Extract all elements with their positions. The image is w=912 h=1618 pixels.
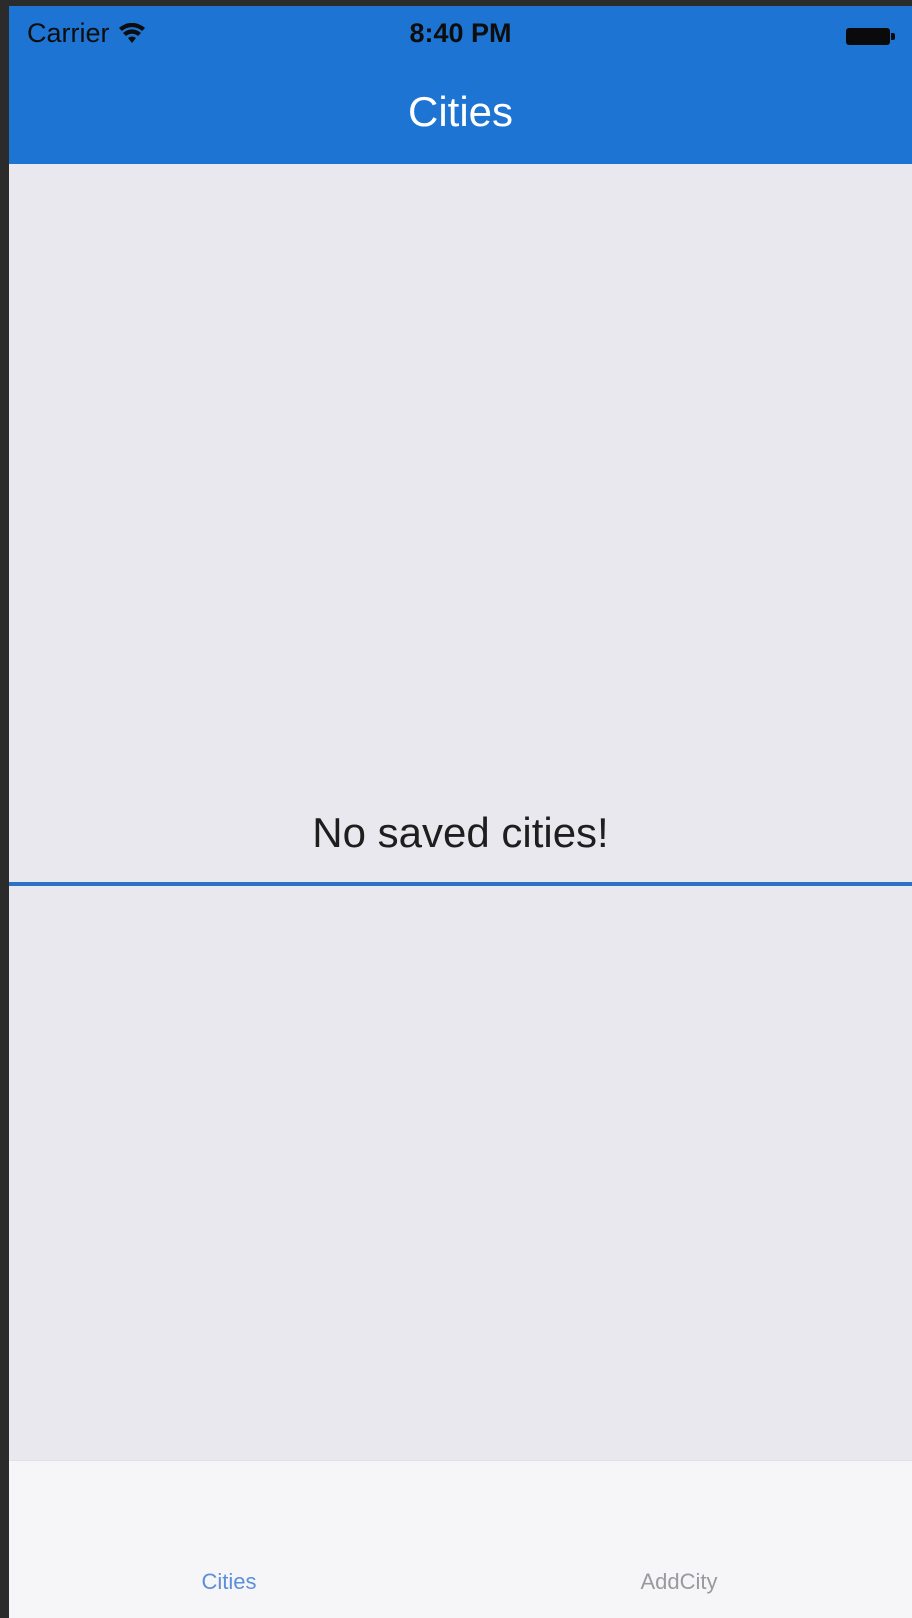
cities-list-view[interactable]: No saved cities! — [9, 164, 912, 1460]
page-title: Cities — [407, 88, 514, 135]
status-time: 8:40 PM — [409, 18, 512, 48]
status-bar: Carrier 8:40 PM — [9, 6, 912, 68]
list-separator — [9, 882, 912, 886]
navigation-bar: Carrier 8:40 PM Cities — [9, 6, 912, 164]
tab-addcity[interactable]: AddCity — [529, 1569, 829, 1595]
phone-screen: Carrier 8:40 PM Cities No saved cities! … — [9, 6, 912, 1618]
tab-cities[interactable]: Cities — [79, 1569, 379, 1595]
battery-icon — [846, 28, 895, 45]
empty-state-message: No saved cities! — [312, 809, 609, 856]
tab-bar: Cities AddCity — [9, 1460, 912, 1618]
